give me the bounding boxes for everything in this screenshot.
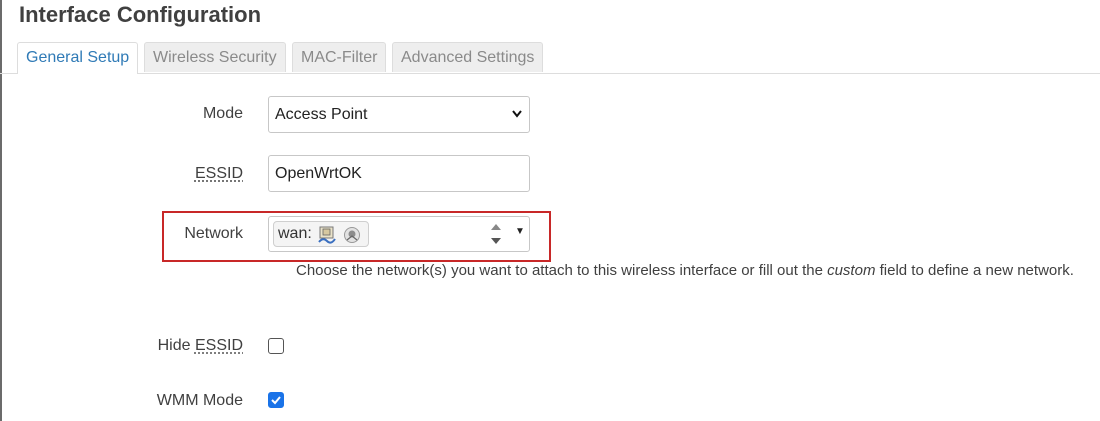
network-chip-label: wan: bbox=[278, 225, 312, 242]
tab-bar: General Setup Wireless Security MAC-Filt… bbox=[0, 42, 1100, 74]
essid-label-text: ESSID bbox=[194, 165, 243, 182]
network-help-text: Choose the network(s) you want to attach… bbox=[296, 259, 1086, 283]
checkmark-icon bbox=[271, 396, 281, 405]
ethernet-port-icon bbox=[318, 226, 336, 244]
hide-essid-label-prefix: Hide bbox=[157, 337, 195, 354]
hide-essid-checkbox[interactable] bbox=[268, 338, 284, 354]
wifi-device-icon bbox=[343, 226, 361, 244]
spinner-down-icon[interactable] bbox=[491, 238, 501, 244]
tab-advanced-settings[interactable]: Advanced Settings bbox=[392, 42, 544, 72]
tab-general-setup[interactable]: General Setup bbox=[17, 42, 139, 74]
network-help-suffix: field to define a new network. bbox=[875, 262, 1074, 279]
network-spinner[interactable] bbox=[487, 219, 505, 249]
wmm-mode-label: WMM Mode bbox=[156, 392, 243, 409]
network-help-emphasis: custom bbox=[827, 262, 876, 279]
essid-label: ESSID bbox=[0, 164, 243, 184]
essid-input[interactable]: OpenWrtOK bbox=[268, 155, 530, 192]
hide-essid-label: Hide ESSID bbox=[0, 336, 243, 356]
tab-wireless-security[interactable]: Wireless Security bbox=[144, 42, 286, 72]
network-chip-wan[interactable]: wan: bbox=[273, 221, 369, 247]
network-label: Network bbox=[184, 225, 243, 242]
network-dropdown[interactable]: wan: ▼ bbox=[268, 216, 530, 252]
caret-down-icon[interactable]: ▼ bbox=[515, 226, 525, 237]
mode-select[interactable]: Access Point bbox=[268, 96, 530, 133]
mode-label: Mode bbox=[202, 105, 243, 122]
spinner-up-icon[interactable] bbox=[491, 224, 501, 230]
tab-mac-filter[interactable]: MAC-Filter bbox=[292, 42, 387, 72]
wmm-mode-checkbox[interactable] bbox=[268, 392, 284, 408]
network-help-prefix: Choose the network(s) you want to attach… bbox=[296, 262, 828, 279]
chevron-down-icon bbox=[511, 97, 523, 145]
page-title: Interface Configuration bbox=[19, 2, 262, 27]
mode-select-value: Access Point bbox=[275, 106, 368, 123]
hide-essid-label-abbr: ESSID bbox=[194, 337, 243, 354]
